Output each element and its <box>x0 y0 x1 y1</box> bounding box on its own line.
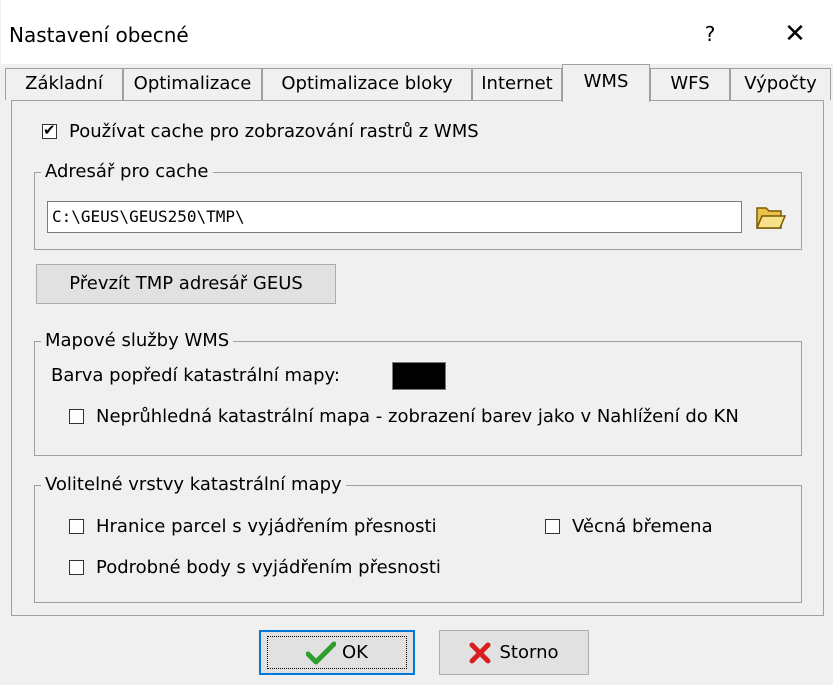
detail-points-checkbox[interactable]: Podrobné body s vyjádřením přesnosti <box>69 557 441 578</box>
tab-wfs[interactable]: WFS <box>650 68 730 100</box>
optional-layers-group-title: Volitelné vrstvy katastrální mapy <box>41 474 346 495</box>
cache-path-input[interactable]: C:\GEUS\GEUS250\TMP\ <box>47 201 742 233</box>
tab-wms[interactable]: WMS <box>562 64 650 102</box>
checkbox-box <box>42 121 57 139</box>
window-title: Nastavení obecné <box>9 23 189 47</box>
ok-button[interactable]: OK <box>259 630 415 675</box>
cancel-label: Storno <box>499 642 559 663</box>
tab-panel-wms: Používat cache pro zobrazování rastrů z … <box>11 100 824 616</box>
tab-internet[interactable]: Internet <box>472 68 562 100</box>
tab-zakladni[interactable]: Základní <box>5 68 123 100</box>
opaque-map-checkbox[interactable]: Neprůhledná katastrální mapa - zobrazení… <box>69 406 739 427</box>
use-cache-checkbox[interactable]: Používat cache pro zobrazování rastrů z … <box>42 121 479 142</box>
wms-services-group-title: Mapové služby WMS <box>41 330 234 351</box>
cross-icon <box>469 642 491 663</box>
checkbox-box <box>69 409 84 424</box>
foreground-color-label: Barva popředí katastrální mapy: <box>51 365 340 386</box>
cancel-button[interactable]: Storno <box>439 630 589 675</box>
checkmark-icon <box>306 641 336 664</box>
ok-label: OK <box>342 642 368 663</box>
parcel-boundaries-checkbox[interactable]: Hranice parcel s vyjádřením přesnosti <box>69 516 437 537</box>
parcel-boundaries-label: Hranice parcel s vyjádřením přesnosti <box>96 516 437 537</box>
cache-directory-group-title: Adresář pro cache <box>41 161 213 182</box>
checkbox-box <box>69 560 84 575</box>
title-bar: Nastavení obecné ? ✕ <box>1 0 833 64</box>
detail-points-label: Podrobné body s vyjádřením přesnosti <box>96 557 441 578</box>
tab-optimalizace[interactable]: Optimalizace <box>123 68 262 100</box>
opaque-map-label: Neprůhledná katastrální mapa - zobrazení… <box>96 406 739 427</box>
wms-services-group: Mapové služby WMS Barva popředí katastrá… <box>34 330 802 456</box>
help-button[interactable]: ? <box>685 14 735 54</box>
dialog-footer: OK Storno <box>1 618 833 685</box>
folder-open-icon[interactable] <box>753 199 787 233</box>
checkbox-box <box>69 519 84 534</box>
tab-vypocty[interactable]: Výpočty <box>730 68 831 100</box>
foreground-color-swatch[interactable] <box>392 362 446 390</box>
easements-checkbox[interactable]: Věcná břemena <box>545 516 713 537</box>
settings-dialog: Nastavení obecné ? ✕ Základní Optimaliza… <box>0 0 833 685</box>
checkbox-box <box>545 519 560 534</box>
tab-strip: Základní Optimalizace Optimalizace bloky… <box>5 64 831 102</box>
cache-directory-group: Adresář pro cache C:\GEUS\GEUS250\TMP\ <box>34 161 802 250</box>
close-button[interactable]: ✕ <box>765 14 825 54</box>
optional-layers-group: Volitelné vrstvy katastrální mapy Hranic… <box>34 474 802 603</box>
take-tmp-directory-button[interactable]: Převzít TMP adresář GEUS <box>36 264 336 304</box>
use-cache-label: Používat cache pro zobrazování rastrů z … <box>69 121 479 142</box>
tab-optimalizace-bloky[interactable]: Optimalizace bloky <box>262 68 472 100</box>
easements-label: Věcná břemena <box>572 516 713 537</box>
